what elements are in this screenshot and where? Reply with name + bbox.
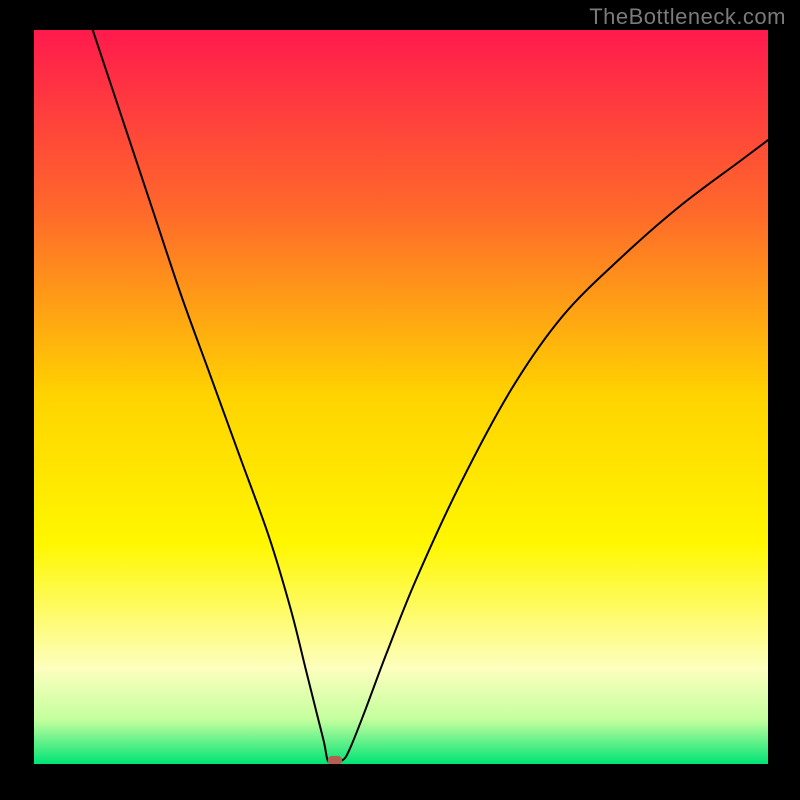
frame-border-left	[0, 0, 34, 800]
chart-canvas	[0, 0, 800, 800]
optimal-point	[328, 756, 343, 765]
chart-frame: TheBottleneck.com	[0, 0, 800, 800]
watermark-text: TheBottleneck.com	[589, 4, 786, 30]
frame-border-right	[768, 0, 800, 800]
plot-background	[34, 30, 768, 764]
frame-border-bottom	[0, 764, 800, 800]
